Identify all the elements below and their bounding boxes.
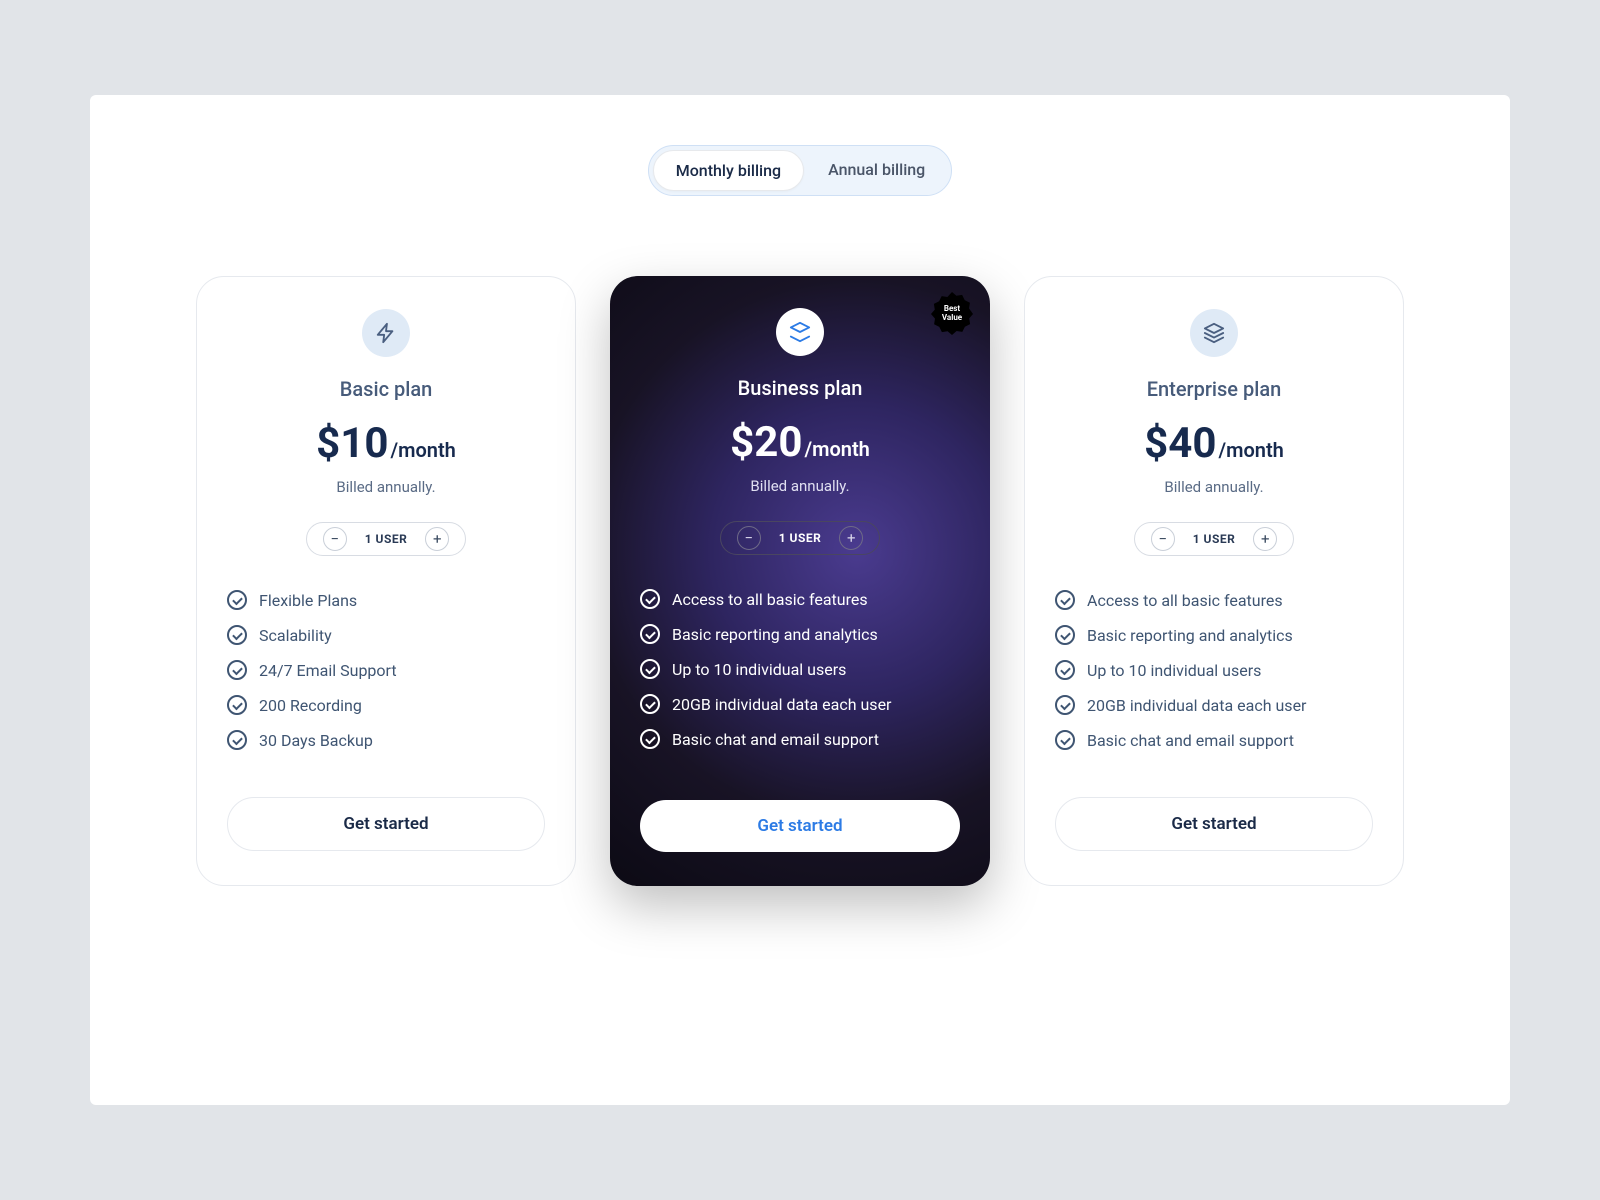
list-item: Scalability [227, 625, 545, 645]
list-item: 200 Recording [227, 695, 545, 715]
plan-price-unit: /month [1218, 438, 1283, 462]
user-stepper: − 1 USER + [1134, 522, 1294, 556]
get-started-button[interactable]: Get started [1055, 797, 1373, 851]
list-item: Basic reporting and analytics [640, 624, 960, 644]
plan-billed: Billed annually. [227, 478, 545, 496]
list-item: 20GB individual data each user [640, 694, 960, 714]
check-icon [640, 624, 660, 644]
list-item: 24/7 Email Support [227, 660, 545, 680]
check-icon [1055, 695, 1075, 715]
user-stepper: − 1 USER + [720, 521, 880, 555]
check-icon [1055, 625, 1075, 645]
list-item: Access to all basic features [640, 589, 960, 609]
get-started-button[interactable]: Get started [640, 800, 960, 852]
plan-price: $40 [1144, 419, 1216, 468]
increment-button[interactable]: + [425, 527, 449, 551]
plan-price: $10 [316, 419, 388, 468]
check-icon [1055, 590, 1075, 610]
list-item: Flexible Plans [227, 590, 545, 610]
plan-name: Enterprise plan [1055, 377, 1373, 401]
increment-button[interactable]: + [839, 526, 863, 550]
list-item: Up to 10 individual users [640, 659, 960, 679]
plan-card-business: BestValue Business plan $20/month Billed… [610, 276, 990, 886]
plan-name: Basic plan [227, 377, 545, 401]
check-icon [227, 590, 247, 610]
tab-monthly[interactable]: Monthly billing [653, 150, 804, 191]
user-count: 1 USER [365, 532, 408, 546]
check-icon [640, 659, 660, 679]
stack-icon [1190, 309, 1238, 357]
list-item: 20GB individual data each user [1055, 695, 1373, 715]
list-item: Access to all basic features [1055, 590, 1373, 610]
list-item: Basic chat and email support [1055, 730, 1373, 750]
check-icon [227, 695, 247, 715]
user-stepper: − 1 USER + [306, 522, 466, 556]
plan-price-unit: /month [390, 438, 455, 462]
best-value-badge: BestValue [930, 292, 974, 336]
list-item: Up to 10 individual users [1055, 660, 1373, 680]
get-started-button[interactable]: Get started [227, 797, 545, 851]
plan-card-basic: Basic plan $10/month Billed annually. − … [196, 276, 576, 886]
decrement-button[interactable]: − [737, 526, 761, 550]
check-icon [1055, 730, 1075, 750]
check-icon [640, 729, 660, 749]
plan-price: $20 [730, 418, 802, 467]
plan-billed: Billed annually. [1055, 478, 1373, 496]
plan-card-enterprise: Enterprise plan $40/month Billed annuall… [1024, 276, 1404, 886]
check-icon [640, 589, 660, 609]
tab-annual[interactable]: Annual billing [806, 150, 947, 191]
check-icon [640, 694, 660, 714]
decrement-button[interactable]: − [323, 527, 347, 551]
bolt-icon [362, 309, 410, 357]
user-count: 1 USER [779, 531, 822, 545]
check-icon [227, 660, 247, 680]
user-count: 1 USER [1193, 532, 1236, 546]
increment-button[interactable]: + [1253, 527, 1277, 551]
list-item: 30 Days Backup [227, 730, 545, 750]
decrement-button[interactable]: − [1151, 527, 1175, 551]
layers-icon [776, 308, 824, 356]
plan-price-unit: /month [804, 437, 869, 461]
plan-name: Business plan [640, 376, 960, 400]
check-icon [227, 730, 247, 750]
check-icon [227, 625, 247, 645]
check-icon [1055, 660, 1075, 680]
billing-toggle: Monthly billing Annual billing [648, 145, 953, 196]
plan-billed: Billed annually. [640, 477, 960, 495]
list-item: Basic chat and email support [640, 729, 960, 749]
list-item: Basic reporting and analytics [1055, 625, 1373, 645]
